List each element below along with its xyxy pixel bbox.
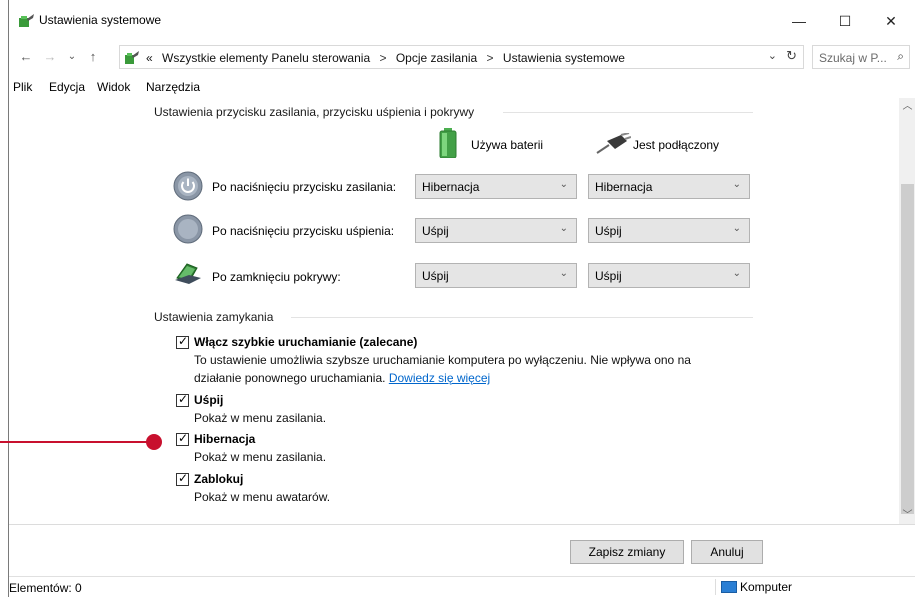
learn-more-link[interactable]: Dowiedz się więcej <box>389 371 490 385</box>
breadcrumb-item-power-options[interactable]: Opcje zasilania <box>396 51 477 65</box>
scroll-thumb[interactable] <box>901 184 914 514</box>
power-options-app-icon <box>19 14 34 27</box>
power-buttons-group-title: Ustawienia przycisku zasilania, przycisk… <box>154 105 475 119</box>
address-bar[interactable]: « Wszystkie elementy Panelu sterowania >… <box>119 45 804 69</box>
status-location-text: Komputer <box>740 580 793 594</box>
check-icon: ✓ <box>178 334 189 348</box>
chevron-down-icon: ⌄ <box>732 268 741 279</box>
up-icon[interactable]: ↑ <box>84 46 102 68</box>
minimize-button[interactable]: — <box>781 8 817 34</box>
fast-startup-description-2: działanie ponownego uruchamiania. Dowied… <box>194 369 490 387</box>
group-divider <box>291 317 753 318</box>
lock-checkbox[interactable]: ✓ <box>176 471 189 486</box>
hibernate-description: Pokaż w menu zasilania. <box>194 450 327 464</box>
check-icon: ✓ <box>178 471 189 485</box>
menu-tools[interactable]: Narzędzia <box>146 80 200 94</box>
hibernate-checkbox[interactable]: ✓ <box>176 431 189 446</box>
chevron-down-icon: ⌄ <box>559 268 568 279</box>
fast-startup-description: To ustawienie umożliwia szybsze uruchami… <box>194 353 691 367</box>
cancel-button[interactable]: Anuluj <box>691 540 763 564</box>
back-icon[interactable]: ← <box>17 46 35 68</box>
group-divider <box>503 112 753 113</box>
menu-view[interactable]: Widok <box>97 80 130 94</box>
sleep-button-label: Po naciśnięciu przycisku uśpienia: <box>212 224 395 238</box>
power-button-plugged-select[interactable]: Hibernacja ⌄ <box>588 174 750 199</box>
sleep-description: Pokaż w menu zasilania. <box>194 411 327 425</box>
breadcrumb-prefix[interactable]: « <box>146 51 153 65</box>
search-input[interactable]: Szukaj w P... ⌕ <box>812 45 910 69</box>
save-button[interactable]: Zapisz zmiany <box>570 540 684 564</box>
refresh-icon[interactable]: ↻ <box>786 48 797 64</box>
power-button-battery-select[interactable]: Hibernacja ⌄ <box>415 174 577 199</box>
vertical-scrollbar[interactable]: ︿ ﹀ <box>899 98 915 524</box>
check-icon: ✓ <box>178 392 189 406</box>
plug-icon <box>596 133 631 154</box>
column-plugged-in: Jest podłączony <box>633 138 720 152</box>
select-value: Uśpij <box>422 224 449 238</box>
fast-startup-title: Włącz szybkie uruchamianie (zalecane) <box>194 335 418 349</box>
title-bar: Ustawienia systemowe — ☐ ✕ <box>9 0 915 42</box>
chevron-down-icon: ⌄ <box>559 223 568 234</box>
menu-edit[interactable]: Edycja <box>49 80 85 94</box>
select-value: Hibernacja <box>595 180 653 194</box>
breadcrumb-separator[interactable]: > <box>379 51 386 65</box>
menu-bar: Plik Edycja Widok Narzędzia <box>9 76 915 98</box>
sleep-checkbox[interactable]: ✓ <box>176 392 189 407</box>
recent-locations-icon[interactable]: ⌄ <box>63 46 81 68</box>
sleep-title: Uśpij <box>194 393 224 407</box>
column-on-battery: Używa baterii <box>471 138 544 152</box>
breadcrumb-item-system-settings[interactable]: Ustawienia systemowe <box>503 51 625 65</box>
check-icon: ✓ <box>178 431 189 445</box>
power-button-label: Po naciśnięciu przycisku zasilania: <box>212 180 397 194</box>
lid-close-battery-select[interactable]: Uśpij ⌄ <box>415 263 577 288</box>
power-options-icon <box>125 51 139 64</box>
status-location: Komputer <box>721 580 792 594</box>
search-placeholder: Szukaj w P... <box>819 51 887 65</box>
chevron-down-icon: ⌄ <box>732 179 741 190</box>
callout-line <box>0 441 152 443</box>
lock-title: Zablokuj <box>194 472 244 486</box>
select-value: Uśpij <box>595 224 622 238</box>
status-bar: Elementów: 0 Komputer <box>9 576 915 597</box>
fast-startup-checkbox[interactable]: ✓ <box>176 334 189 349</box>
close-button[interactable]: ✕ <box>873 8 909 34</box>
lid-close-label: Po zamknięciu pokrywy: <box>212 270 341 284</box>
select-value: Uśpij <box>595 269 622 283</box>
sleep-button-icon <box>173 214 203 244</box>
fast-startup-desc-text: działanie ponownego uruchamiania. <box>194 371 386 385</box>
lock-description: Pokaż w menu awatarów. <box>194 490 331 504</box>
breadcrumb: « Wszystkie elementy Panelu sterowania >… <box>146 51 625 65</box>
window-title: Ustawienia systemowe <box>39 13 162 27</box>
computer-icon <box>721 581 737 593</box>
control-panel-window: Ustawienia systemowe — ☐ ✕ ← → ⌄ ↑ « Wsz… <box>8 0 915 597</box>
item-count: Elementów: 0 <box>9 581 82 595</box>
chevron-down-icon: ⌄ <box>559 179 568 190</box>
laptop-lid-icon <box>175 263 201 284</box>
breadcrumb-separator[interactable]: > <box>487 51 494 65</box>
sleep-button-plugged-select[interactable]: Uśpij ⌄ <box>588 218 750 243</box>
battery-icon <box>439 128 457 158</box>
maximize-button[interactable]: ☐ <box>827 8 863 34</box>
scroll-down-icon[interactable]: ﹀ <box>899 507 915 524</box>
settings-content <box>9 98 915 524</box>
power-button-icon <box>173 171 203 201</box>
lid-close-plugged-select[interactable]: Uśpij ⌄ <box>588 263 750 288</box>
shutdown-group-title: Ustawienia zamykania <box>154 310 274 324</box>
footer-divider <box>9 524 915 525</box>
breadcrumb-item-all-control-panel[interactable]: Wszystkie elementy Panelu sterowania <box>162 51 370 65</box>
scroll-up-icon[interactable]: ︿ <box>899 98 915 115</box>
status-divider <box>715 579 716 595</box>
menu-file[interactable]: Plik <box>13 80 32 94</box>
forward-icon[interactable]: → <box>41 46 59 68</box>
sleep-button-battery-select[interactable]: Uśpij ⌄ <box>415 218 577 243</box>
callout-marker <box>146 434 162 450</box>
select-value: Hibernacja <box>422 180 480 194</box>
select-value: Uśpij <box>422 269 449 283</box>
address-dropdown-icon[interactable]: ⌄ <box>768 49 777 62</box>
navigation-bar: ← → ⌄ ↑ « Wszystkie elementy Panelu ster… <box>9 42 915 72</box>
hibernate-title: Hibernacja <box>194 432 256 446</box>
chevron-down-icon: ⌄ <box>732 223 741 234</box>
search-icon[interactable]: ⌕ <box>897 49 904 64</box>
